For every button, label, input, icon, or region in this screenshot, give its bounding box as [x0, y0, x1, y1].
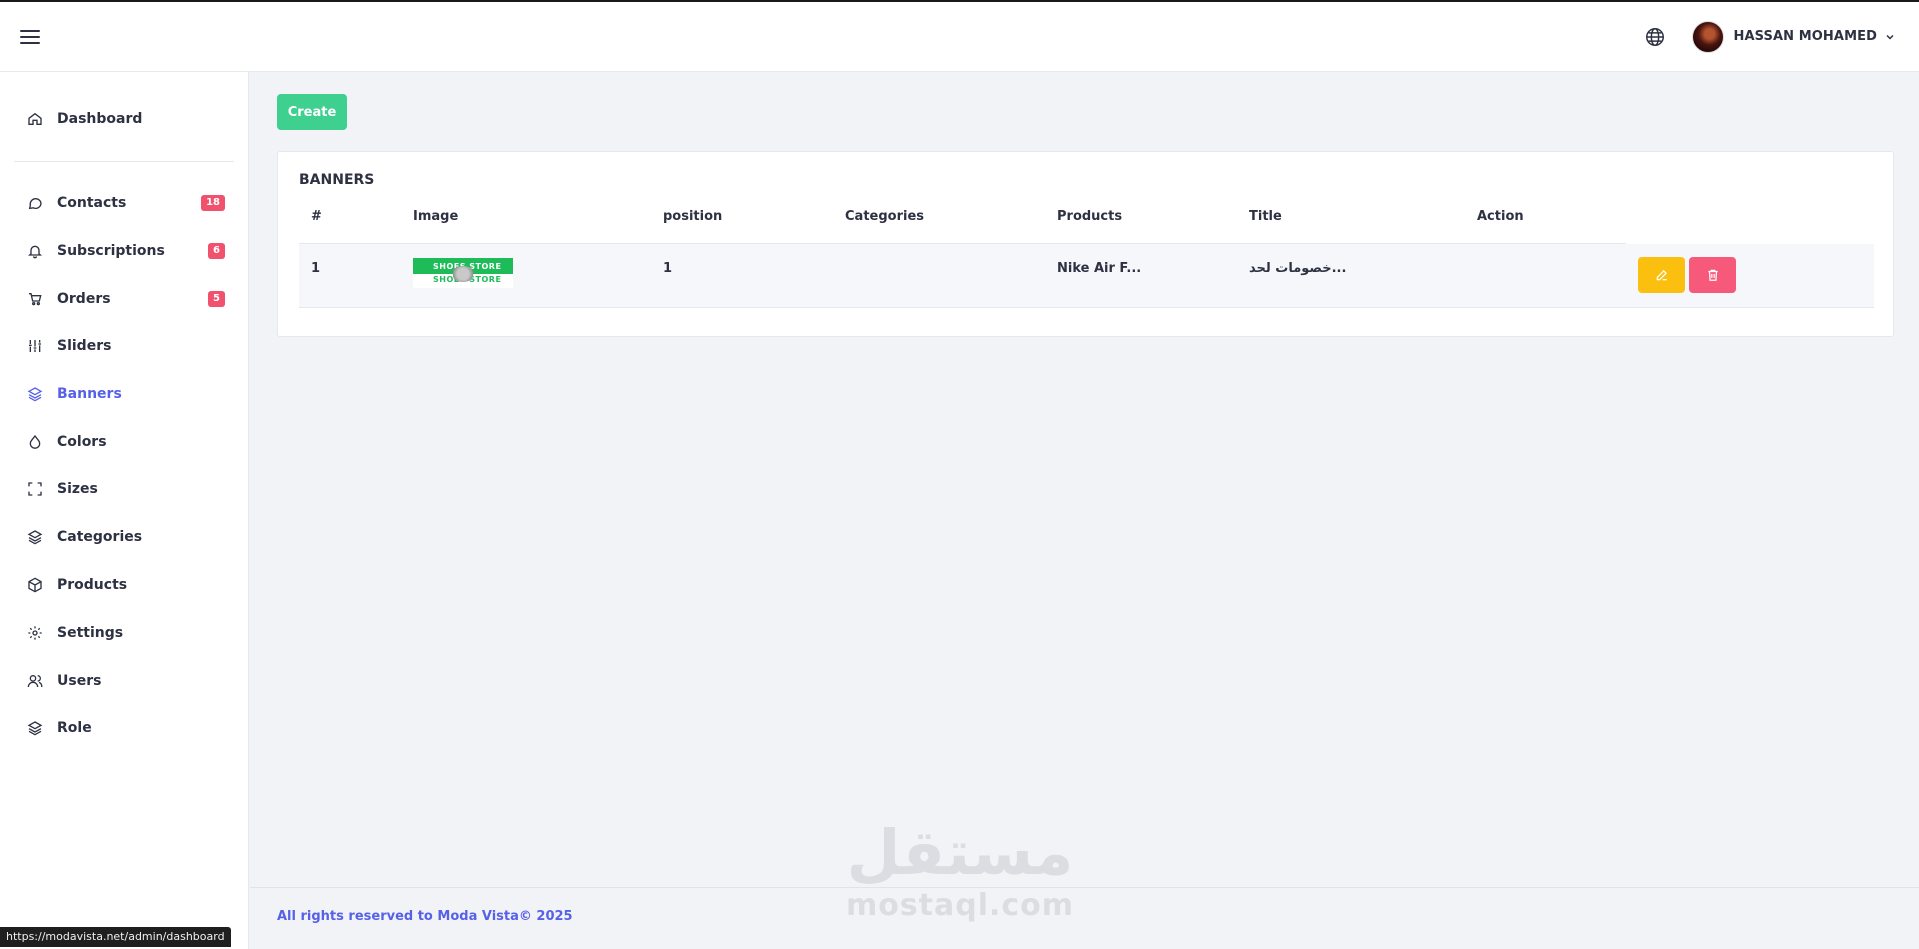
edit-icon — [1656, 270, 1667, 281]
sidebar-divider — [14, 161, 234, 162]
footer-copyright: All rights reserved to Moda Vista© 2025 — [277, 909, 573, 924]
sidebar-item-sliders[interactable]: Sliders — [27, 332, 227, 360]
sidebar-item-label: Subscriptions — [57, 243, 165, 259]
maximize-icon — [28, 482, 42, 496]
banners-card: BANNERS # Image position Categories Prod… — [277, 151, 1894, 337]
sidebar-item-sizes[interactable]: Sizes — [27, 475, 227, 503]
sidebar-item-label: Colors — [57, 434, 107, 450]
count-badge: 6 — [208, 243, 225, 259]
sidebar-item-label: Banners — [57, 386, 122, 402]
layers-icon — [27, 721, 43, 736]
sidebar-item-label: Orders — [57, 291, 111, 307]
sidebar-item-products[interactable]: Products — [27, 571, 227, 599]
avatar[interactable] — [1691, 20, 1724, 53]
column-header-position: position — [663, 209, 723, 224]
watermark-latin: mostaql.com — [845, 888, 1075, 923]
count-badge: 5 — [208, 291, 225, 307]
sidebar-item-label: Settings — [57, 625, 124, 641]
sidebar-item-label: Sizes — [57, 481, 98, 497]
user-name[interactable]: HASSAN MOHAMED — [1734, 29, 1878, 44]
column-header-products: Products — [1057, 209, 1123, 224]
users-icon — [27, 675, 43, 688]
row-position: 1 — [663, 261, 673, 276]
bell-icon — [28, 245, 42, 259]
sidebar-item-label: Role — [57, 720, 92, 736]
row-id: 1 — [311, 261, 321, 276]
card-title: BANNERS — [299, 172, 375, 188]
sidebar-item-label: Sliders — [57, 338, 112, 354]
delete-button[interactable] — [1689, 257, 1736, 293]
column-header-number: # — [311, 209, 322, 224]
column-header-image: Image — [413, 209, 459, 224]
column-header-categories: Categories — [845, 209, 925, 224]
droplet-icon — [29, 434, 41, 449]
chat-icon — [28, 198, 42, 210]
layers-icon — [27, 387, 43, 402]
topbar-right: HASSAN MOHAMED — [1644, 20, 1896, 53]
shoe-graphic — [451, 266, 475, 282]
chevron-down-icon[interactable] — [1885, 32, 1895, 42]
column-header-title: Title — [1249, 209, 1282, 224]
watermark: مستقل mostaql.com — [840, 817, 1080, 932]
hamburger-icon[interactable] — [20, 29, 40, 45]
banner-thumbnail[interactable]: SHOES STORE SHOES STORE — [413, 258, 513, 288]
sidebar-item-categories[interactable]: Categories — [27, 523, 227, 551]
column-header-action: Action — [1477, 209, 1524, 224]
sidebar-item-label: Categories — [57, 529, 143, 545]
home-icon — [28, 112, 42, 125]
status-bar-url: https://modavista.net/admin/dashboard — [0, 927, 231, 947]
row-products: Nike Air F... — [1057, 261, 1142, 276]
box-icon — [28, 577, 42, 593]
gear-icon — [28, 626, 42, 640]
sidebar-item-label: Dashboard — [57, 111, 143, 127]
sidebar-item-label: Users — [57, 673, 102, 689]
sliders-icon — [29, 340, 41, 352]
create-button[interactable]: Create — [277, 94, 347, 130]
globe-icon[interactable] — [1644, 26, 1666, 48]
row-title: خصومات لحد... — [1249, 261, 1347, 276]
trash-icon — [1707, 269, 1718, 281]
sidebar-item-settings[interactable]: Settings — [27, 619, 227, 647]
edit-button[interactable] — [1638, 257, 1685, 293]
sidebar-item-label: Products — [57, 577, 128, 593]
sidebar-item-orders[interactable]: Orders 5 — [27, 285, 227, 313]
sidebar-item-users[interactable]: Users — [27, 667, 227, 695]
layers-icon — [27, 530, 43, 545]
top-bar: HASSAN MOHAMED — [0, 2, 1919, 72]
sidebar-item-banners[interactable]: Banners — [27, 380, 227, 408]
sidebar-item-dashboard[interactable]: Dashboard — [27, 105, 227, 133]
sidebar-item-subscriptions[interactable]: Subscriptions 6 — [27, 237, 227, 265]
sidebar-item-label: Contacts — [57, 195, 127, 211]
watermark-arabic: مستقل — [846, 816, 1074, 889]
sidebar-item-contacts[interactable]: Contacts 18 — [27, 189, 227, 217]
count-badge: 18 — [201, 195, 225, 211]
sidebar: Dashboard Contacts 18 Subscriptions 6 Or… — [0, 72, 249, 949]
footer-divider — [250, 887, 1919, 888]
cart-icon — [29, 293, 42, 306]
sidebar-item-role[interactable]: Role — [27, 714, 227, 742]
sidebar-item-colors[interactable]: Colors — [27, 428, 227, 456]
